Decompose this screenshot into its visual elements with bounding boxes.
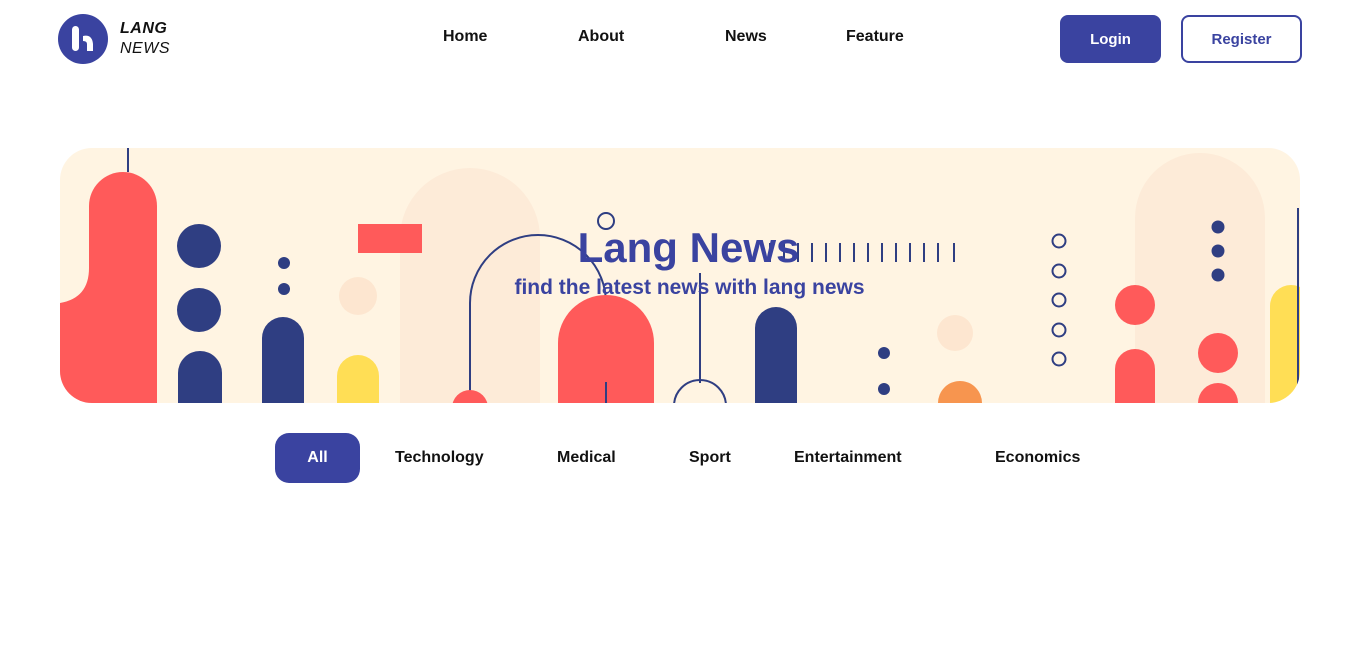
category-tab-all[interactable]: All [275, 433, 360, 483]
hero-banner: Lang News find the latest news with lang… [60, 148, 1300, 403]
brand-name-line1: LANG [120, 20, 168, 37]
brand-logo[interactable]: LANG NEWS [58, 14, 170, 64]
hero-subtitle: find the latest news with lang news [514, 276, 865, 299]
category-tab-entertainment[interactable]: Entertainment [794, 433, 902, 483]
nav-news[interactable]: News [725, 28, 767, 46]
nav-home[interactable]: Home [443, 28, 487, 46]
category-tab-medical[interactable]: Medical [557, 433, 616, 483]
login-button[interactable]: Login [1060, 15, 1161, 63]
category-tab-technology[interactable]: Technology [395, 433, 484, 483]
brand-name: LANG NEWS [120, 19, 170, 59]
nav-about[interactable]: About [578, 28, 624, 46]
nav-feature[interactable]: Feature [846, 28, 904, 46]
hero-title: Lang News [577, 224, 800, 271]
lang-logo-icon [58, 14, 108, 64]
register-button[interactable]: Register [1181, 15, 1302, 63]
brand-name-line2: NEWS [120, 40, 170, 57]
category-tab-sport[interactable]: Sport [689, 433, 731, 483]
category-tab-economics[interactable]: Economics [995, 433, 1080, 483]
